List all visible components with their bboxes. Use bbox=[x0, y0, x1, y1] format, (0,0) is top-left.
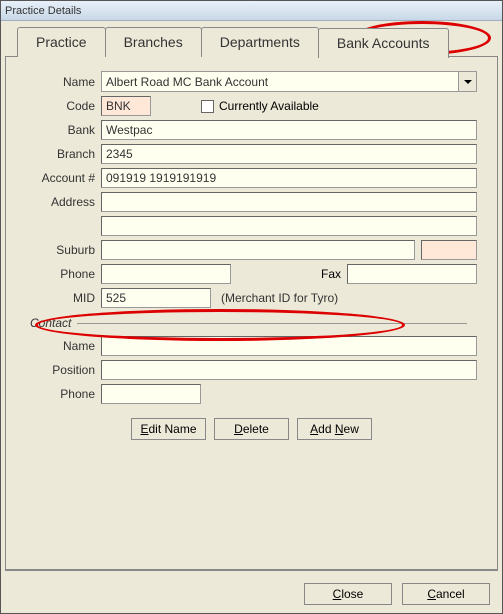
label-name: Name bbox=[26, 75, 101, 89]
mid-field[interactable] bbox=[101, 288, 211, 308]
tab-practice[interactable]: Practice bbox=[17, 27, 106, 57]
contact-section-header: Contact bbox=[30, 316, 477, 330]
label-currently-available: Currently Available bbox=[219, 99, 319, 113]
label-mid: MID bbox=[26, 291, 101, 305]
label-contact-name: Name bbox=[26, 339, 101, 353]
suburb-field[interactable] bbox=[101, 240, 415, 260]
footer: Close Cancel bbox=[5, 570, 498, 609]
name-dropdown-button[interactable] bbox=[458, 72, 476, 91]
add-new-button[interactable]: Add New bbox=[297, 418, 372, 440]
tabpanel-bank-accounts: Name Albert Road MC Bank Account Code Cu… bbox=[5, 56, 498, 570]
label-bank: Bank bbox=[26, 123, 101, 137]
name-dropdown-text: Albert Road MC Bank Account bbox=[102, 75, 458, 89]
tab-departments[interactable]: Departments bbox=[201, 27, 319, 57]
address1-field[interactable] bbox=[101, 192, 477, 212]
divider bbox=[77, 323, 467, 324]
chevron-down-icon bbox=[464, 80, 472, 84]
tabbar: Practice Branches Departments Bank Accou… bbox=[17, 27, 498, 57]
contact-phone-field[interactable] bbox=[101, 384, 201, 404]
account-no-field[interactable] bbox=[101, 168, 477, 188]
label-position: Position bbox=[26, 363, 101, 377]
bank-field[interactable] bbox=[101, 120, 477, 140]
label-branch: Branch bbox=[26, 147, 101, 161]
titlebar: Practice Details bbox=[1, 1, 502, 21]
branch-field[interactable] bbox=[101, 144, 477, 164]
practice-details-window: Practice Details Practice Branches Depar… bbox=[0, 0, 503, 614]
tab-bank-accounts[interactable]: Bank Accounts bbox=[318, 28, 449, 58]
close-button[interactable]: Close bbox=[304, 583, 392, 605]
label-account-no: Account # bbox=[26, 171, 101, 185]
position-field[interactable] bbox=[101, 360, 477, 380]
phone-field[interactable] bbox=[101, 264, 231, 284]
label-contact: Contact bbox=[30, 316, 71, 330]
label-code: Code bbox=[26, 99, 101, 113]
content-area: Practice Branches Departments Bank Accou… bbox=[1, 21, 502, 613]
mid-note: (Merchant ID for Tyro) bbox=[211, 291, 338, 305]
address2-field[interactable] bbox=[101, 216, 477, 236]
label-contact-phone: Phone bbox=[26, 387, 101, 401]
code-field[interactable] bbox=[101, 96, 151, 116]
edit-name-button[interactable]: Edit Name bbox=[131, 418, 206, 440]
currently-available-checkbox[interactable] bbox=[201, 100, 214, 113]
fax-field[interactable] bbox=[347, 264, 477, 284]
label-phone: Phone bbox=[26, 267, 101, 281]
window-title: Practice Details bbox=[5, 5, 81, 17]
label-suburb: Suburb bbox=[26, 243, 101, 257]
label-address: Address bbox=[26, 195, 101, 209]
tab-branches[interactable]: Branches bbox=[105, 27, 202, 57]
label-fax: Fax bbox=[231, 267, 347, 281]
suburb-code-field[interactable] bbox=[421, 240, 477, 260]
name-dropdown[interactable]: Albert Road MC Bank Account bbox=[101, 71, 477, 92]
delete-button[interactable]: Delete bbox=[214, 418, 289, 440]
action-bar: Edit Name Delete Add New bbox=[26, 418, 477, 440]
cancel-button[interactable]: Cancel bbox=[402, 583, 490, 605]
contact-name-field[interactable] bbox=[101, 336, 477, 356]
